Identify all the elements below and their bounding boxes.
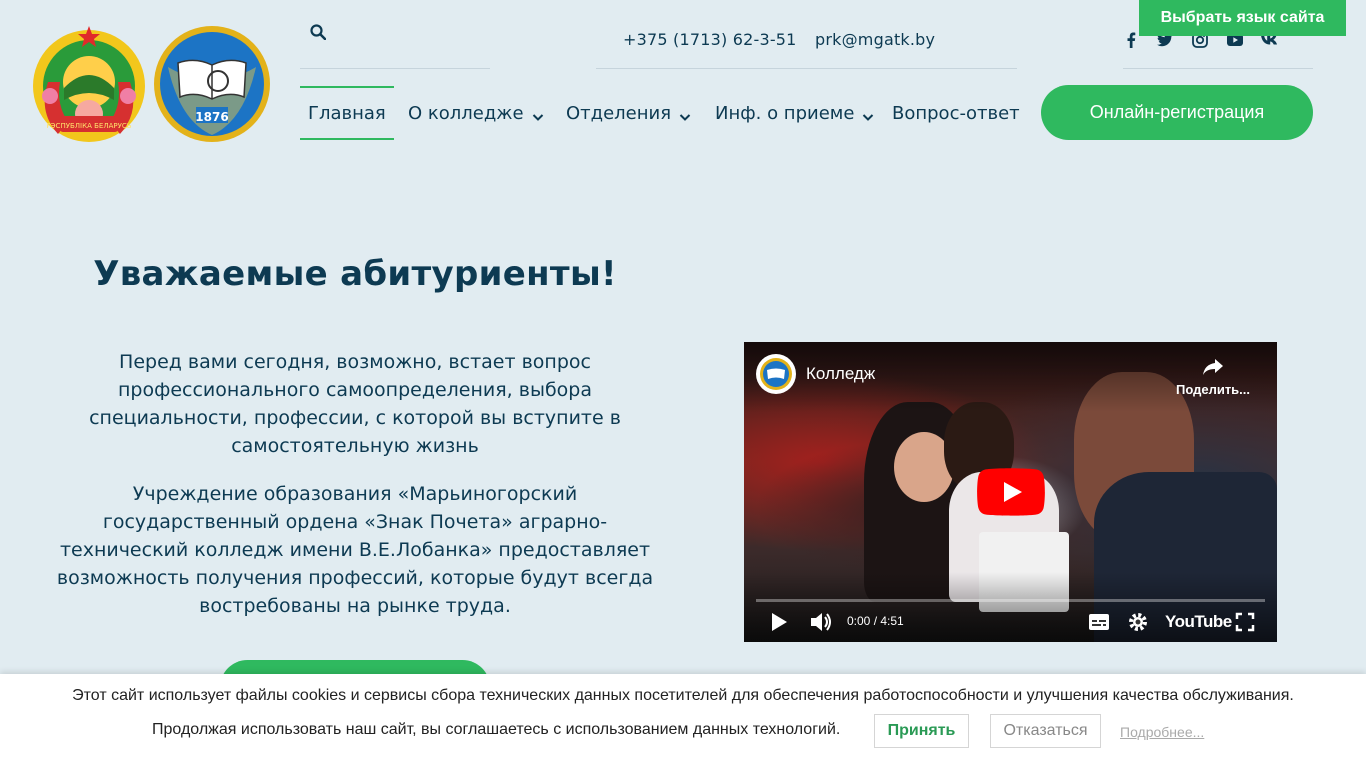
nav-label: Отделения <box>566 102 672 124</box>
nav-label: Вопрос-ответ <box>892 102 1020 124</box>
volume-icon[interactable] <box>809 610 833 634</box>
play-button-large[interactable] <box>977 468 1045 516</box>
college-seal-logo[interactable]: 1876 <box>152 23 272 145</box>
nav-label: Главная <box>308 102 386 124</box>
nav-about[interactable]: О колледже <box>408 86 544 140</box>
nav-admission-info[interactable]: Инф. о приеме <box>715 86 874 140</box>
page-title: Уважаемые абитуриенты! <box>93 254 617 294</box>
play-icon[interactable] <box>768 610 790 634</box>
share-button[interactable]: Поделить... <box>1173 354 1253 397</box>
cookie-accept-button[interactable]: Принять <box>874 714 969 748</box>
share-label: Поделить... <box>1175 382 1251 397</box>
video-progress-bar[interactable] <box>756 599 1265 602</box>
chevron-down-icon <box>679 107 691 121</box>
facebook-icon[interactable] <box>1122 31 1140 49</box>
college-paragraph: Учреждение образования «Марьиногорский г… <box>56 483 654 617</box>
channel-avatar[interactable] <box>756 354 796 394</box>
divider <box>300 68 490 69</box>
cookie-more-link[interactable]: Подробнее... <box>1120 724 1204 740</box>
phone-link[interactable]: +375 (1713) 62-3-51 <box>623 30 797 49</box>
divider <box>596 68 1017 69</box>
share-icon <box>1201 354 1225 378</box>
youtube-logo[interactable]: YouTube <box>1165 612 1232 632</box>
online-registration-button[interactable]: Онлайн-регистрация <box>1041 85 1313 140</box>
cookie-banner: Этот сайт использует файлы cookies и сер… <box>0 674 1366 768</box>
subtitles-icon[interactable] <box>1087 610 1111 634</box>
nav-home[interactable]: Главная <box>300 86 394 140</box>
settings-icon[interactable] <box>1126 610 1150 634</box>
nav-label: Инф. о приеме <box>715 102 855 124</box>
chevron-down-icon <box>532 107 544 121</box>
cookie-text-line2: Продолжая использовать наш сайт, вы согл… <box>152 721 841 738</box>
youtube-video-player[interactable]: Колледж Поделить... 0:00 / 4:51 YouTube <box>744 342 1277 642</box>
divider <box>1123 68 1313 69</box>
chevron-down-icon <box>862 107 874 121</box>
intro-paragraph: Перед вами сегодня, возможно, встает воп… <box>89 351 621 457</box>
video-title[interactable]: Колледж <box>806 364 875 384</box>
nav-departments[interactable]: Отделения <box>566 86 691 140</box>
cookie-text-line1: Этот сайт использует файлы cookies и сер… <box>72 687 1294 704</box>
nav-faq[interactable]: Вопрос-ответ <box>892 86 1020 140</box>
video-time: 0:00 / 4:51 <box>847 614 904 628</box>
search-icon[interactable] <box>308 22 328 42</box>
fullscreen-icon[interactable] <box>1233 610 1257 634</box>
seal-year: 1876 <box>195 110 228 124</box>
language-select-button[interactable]: Выбрать язык сайта <box>1139 0 1346 36</box>
nav-label: О колледже <box>408 102 524 124</box>
belarus-emblem-logo[interactable]: РЭСПУБЛІКА БЕЛАРУСЬ <box>28 22 150 146</box>
emblem-text: РЭСПУБЛІКА БЕЛАРУСЬ <box>46 122 131 130</box>
cookie-decline-button[interactable]: Отказаться <box>990 714 1101 748</box>
email-link[interactable]: prk@mgatk.by <box>815 30 935 49</box>
